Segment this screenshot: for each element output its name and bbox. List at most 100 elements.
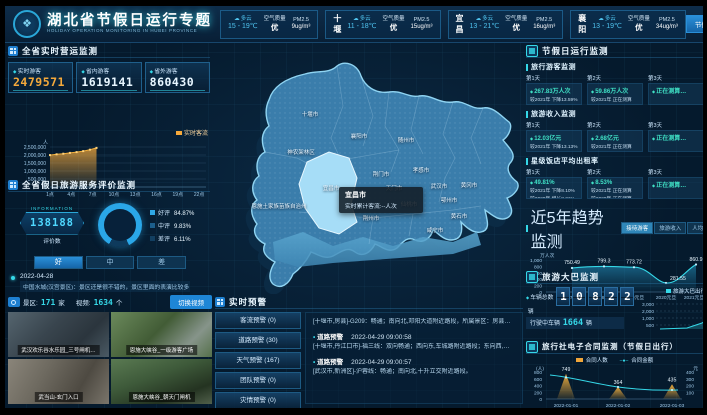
weather-strip: ☁多云 15 - 19℃ 空气质量 优 PM2.5 9ug/m³ 十堰 ☁多云: [220, 10, 686, 39]
day-card: 267.83万人次 较2021年 下降13.59% 较2020年 增长32.88…: [526, 83, 582, 105]
day-label: 第1天: [526, 74, 582, 82]
weather-block: 十堰 ☁多云 11 - 18℃ 空气质量 优 PM2.5 15ug/m³: [325, 10, 440, 39]
map-city-label: 随州市: [398, 136, 415, 144]
trend-tab[interactable]: 接待游客: [621, 222, 653, 234]
map-city-label: 武汉市: [431, 182, 448, 190]
map-tooltip: 宜昌市 实时累计客流:--人次: [339, 187, 423, 213]
trend-tab[interactable]: 旅游收入: [654, 222, 686, 234]
warning-category-button[interactable]: 客流预警 (0): [215, 312, 301, 329]
comment-list: 2022-04-28 中国水城(汉宫景区)：景区还是很不错的，景区里面的表演比较…: [8, 273, 210, 292]
svg-text:1,000: 1,000: [530, 258, 542, 264]
contract-icon: [526, 341, 538, 353]
video-caption: 武当山-玄门入口: [34, 392, 82, 402]
weather-temp: 13 - 19℃: [592, 23, 622, 32]
legend-swatch: [176, 131, 182, 135]
scenic-label: 景区:: [23, 297, 38, 307]
panel-tour-bus: 旅游大巴监测 车辆总数 10822 辆 行驶中车辆 1664 辆 旅游大巴出行数…: [526, 270, 703, 338]
aqi-label: 空气质量: [264, 16, 286, 23]
video-unit: 个: [116, 297, 123, 307]
day-column: 第2天 8.53% 较2021年 正在测算 较2020年 正在测算: [587, 168, 643, 199]
legend-row: 好评84.87%: [150, 208, 194, 217]
day-column: 第1天 267.83万人次 较2021年 下降13.59% 较2020年 增长3…: [526, 74, 582, 105]
day-compare-1: 较2021年 正在测算: [591, 143, 639, 150]
day-compare-2: 较2020年 增长26.27%: [530, 151, 578, 152]
weather-condition: ☁多云: [598, 16, 616, 23]
total-label: 车辆总数: [526, 292, 553, 301]
evaluation-badge: INFORMATION 138188 评价数: [14, 206, 90, 245]
svg-text:860.9: 860.9: [690, 257, 703, 263]
panel-satisfaction: 全省假日旅游服务评价监测 INFORMATION 138188 评价数 好评84…: [8, 178, 210, 292]
dashboard-screen: ❖ 湖北省节假日运行专题 HOLIDAY OPERATION MONITORIN…: [0, 0, 707, 415]
svg-text:364: 364: [614, 380, 623, 386]
video-thumbnail[interactable]: 武当山-玄门入口: [8, 359, 109, 404]
video-thumbnail[interactable]: 恩施大峡谷_朝天门闸机: [111, 359, 212, 404]
day-label: 第1天: [526, 168, 582, 176]
svg-text:3,000: 3,000: [642, 302, 654, 308]
warning-list: [十堰市,房县]-G209：畅通；南向北,邓阳大道附近路段，所属景区：房县观音洞…: [305, 312, 523, 404]
svg-text:1,000: 1,000: [642, 316, 654, 322]
bus-trend-chart: 3,000 2,000 1,000 500 2105 4月29日: [632, 295, 707, 335]
svg-text:749: 749: [562, 367, 571, 373]
weather-condition: ☁多云: [234, 16, 252, 23]
warning-category-button[interactable]: 道路预警 (30): [215, 332, 301, 349]
svg-text:799.3: 799.3: [598, 259, 611, 265]
map-city-label: 黄冈市: [461, 181, 478, 189]
video-caption: 恩施大峡谷_朝天门闸机: [128, 392, 194, 402]
video-thumbnail[interactable]: 恩施大峡谷_一级游客广场: [111, 312, 212, 357]
svg-text:2,000: 2,000: [642, 309, 654, 315]
video-thumbnail[interactable]: 武汉欢乐谷水乐园_三号闸机…: [8, 312, 109, 357]
page-subtitle: HOLIDAY OPERATION MONITORING IN HUBEI PR…: [47, 29, 212, 34]
day-card: 59.86万人次 较2021年 正在测算 较2020年 正在测算: [587, 83, 643, 105]
bus-area: [660, 310, 707, 329]
section-trend: 近5年趋势监测 接待游客旅游收入人均消费: [526, 204, 703, 252]
warning-time: 2022-04-29 09:00:57: [351, 359, 411, 366]
day-compare-2: 较2020年 正在测算: [591, 104, 639, 105]
top-nav: 节假日专题综合监测: [686, 15, 703, 33]
pm25-label: PM2.5: [659, 17, 675, 24]
page-title: 湖北省节假日运行专题: [47, 14, 212, 29]
rating-tab[interactable]: 好: [34, 256, 83, 269]
realtime-stats: 实时游客 2479571 省内游客 1619141 省外游客 860430: [8, 62, 210, 93]
svg-text:200: 200: [534, 390, 542, 396]
day-value: 12.03亿元: [530, 133, 578, 142]
stat-label: 省外游客: [150, 66, 205, 75]
legend-swatch: [150, 210, 155, 215]
warning-type-row: 道路预警 2022-04-29 09:00:57: [313, 356, 515, 366]
day-compare-1: 较2021年 下降13.59%: [530, 96, 578, 103]
contract-spikes: [557, 374, 681, 399]
day-value: 正在测算…: [652, 86, 700, 95]
video-grid: 武汉欢乐谷水乐园_三号闸机… 恩施大峡谷_一级游客广场 武当山-玄门入口 恩施大…: [8, 312, 212, 404]
day-label: 第2天: [587, 74, 643, 82]
warning-type: 道路预警: [317, 359, 343, 366]
flip-digit: 0: [572, 287, 586, 306]
stat-value: 2479571: [13, 75, 68, 91]
pm25-value: 16ug/m³: [533, 24, 555, 32]
stat-value: 1619141: [81, 75, 136, 91]
nav-button[interactable]: 节假日专题: [686, 15, 703, 33]
bus-chart-block: 旅游大巴出行数量趋势 3,000 2,000 1,000 500: [632, 287, 707, 340]
flip-digit: 2: [620, 287, 634, 306]
day-value: 49.81%: [530, 180, 578, 186]
flip-digit: 8: [588, 287, 602, 306]
rating-tab[interactable]: 差: [137, 256, 186, 269]
day-compare-1: 较2021年 下降13.13%: [530, 143, 578, 150]
panel-title: 旅行社电子合同监测（节假日出行）: [542, 341, 678, 352]
section-bar: [526, 64, 528, 71]
warnings-body: 客流预警 (0) 道路预警 (30) 天气预警 (167) 团队预警 (0) 灾情预警 …: [215, 312, 523, 409]
panel-title: 实时预警: [229, 296, 267, 308]
warning-category-button[interactable]: 团队预警 (0): [215, 372, 301, 389]
province-map[interactable]: 十堰市襄阳市随州市神农架林区荆门市孝感市宜昌市天门市武汉市黄冈市仙桃市鄂州市荆州…: [213, 46, 523, 294]
day-card: 正在测算…: [648, 177, 704, 199]
switch-video-button[interactable]: 切换视频: [170, 295, 212, 309]
rating-tab[interactable]: 中: [86, 256, 135, 269]
weather-block: 襄阳 ☁多云 13 - 19℃ 空气质量 优 PM2.5 34ug/m³: [570, 10, 686, 39]
svg-text:1,000,000: 1,000,000: [24, 169, 46, 175]
section-bar: [526, 158, 528, 165]
comment-date: 2022-04-28: [20, 273, 210, 280]
trend-tab[interactable]: 人均消费: [687, 222, 703, 234]
warning-category-button[interactable]: 天气预警 (167): [215, 352, 301, 369]
legend-swatch: [150, 223, 155, 228]
stat-value: 860430: [150, 75, 205, 91]
warning-category-button[interactable]: 灾情预警 (0): [215, 392, 301, 409]
svg-text:500: 500: [646, 323, 654, 329]
